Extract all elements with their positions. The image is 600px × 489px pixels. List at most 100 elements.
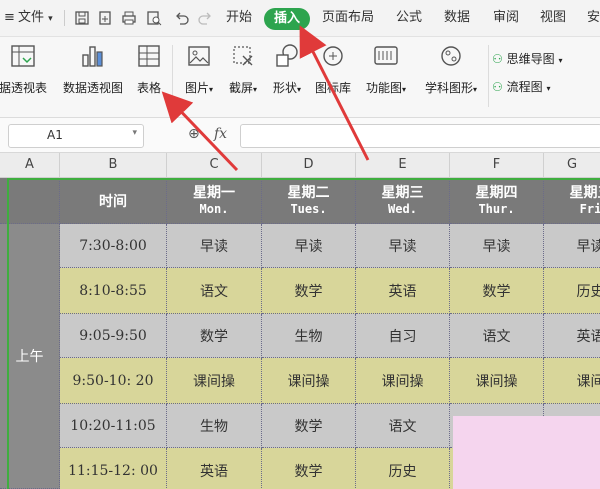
chevron-down-icon: ▾ [253,85,258,94]
class-cell[interactable]: 语文 [167,268,262,314]
class-cell[interactable]: 早读 [450,224,544,268]
subject-graphics-label: 学科图形▾ [418,79,484,96]
column-header-c[interactable]: C [167,153,262,177]
class-cell[interactable]: 早读 [544,224,600,268]
class-cell[interactable]: 英语 [356,268,450,314]
screenshot-button[interactable]: 截屏▾ [222,43,264,96]
class-cell[interactable]: 自习 [356,314,450,358]
shapes-button[interactable]: 形状▾ [266,43,308,96]
morning-label[interactable]: 上午 [0,224,60,489]
cell-a-header[interactable] [0,178,60,224]
column-header-d[interactable]: D [262,153,356,177]
day-en: Thur. [478,201,515,216]
screenshot-label-text: 截屏 [228,81,253,95]
class-cell[interactable]: 课间 [544,358,600,404]
class-cell[interactable]: 数学 [450,268,544,314]
class-cell[interactable]: 英语 [167,448,262,489]
class-cell[interactable]: 历史 [356,448,450,489]
time-cell[interactable]: 8:10-8:55 [60,268,167,314]
tab-security[interactable]: 安 [587,0,600,36]
table-button[interactable]: 表格 [132,43,166,96]
save-icon[interactable] [74,10,90,26]
function-chart-label: 功能图▾ [360,79,412,96]
time-cell[interactable]: 9:05-9:50 [60,314,167,358]
tab-insert[interactable]: 插入 [264,8,310,30]
class-cell[interactable]: 课间操 [450,358,544,404]
day-header-fri[interactable]: 星期五 Fri [544,178,600,224]
pivot-table-label: 据透视表 [0,81,47,95]
column-header-f[interactable]: F [450,153,544,177]
hamburger-icon[interactable]: ≡ [4,0,15,36]
zoom-formula-icon[interactable]: ⊕ [188,126,200,142]
picture-label-text: 图片 [184,81,209,95]
chevron-down-icon[interactable]: ▾ [132,128,137,138]
tab-data[interactable]: 数据 [444,0,470,36]
file-menu-label: 文件 [18,10,45,25]
time-cell[interactable]: 7:30-8:00 [60,224,167,268]
redo-icon[interactable] [197,10,213,26]
column-header-e[interactable]: E [356,153,450,177]
class-cell[interactable]: 课间操 [356,358,450,404]
day-cn: 星期五 [569,184,600,201]
column-header-a[interactable]: A [0,153,60,177]
icon-library-icon [319,43,347,69]
class-cell[interactable]: 生物 [262,314,356,358]
flowchart-button[interactable]: ⚇ 流程图 ▾ [492,77,550,97]
class-cell[interactable]: 数学 [262,448,356,489]
class-cell[interactable]: 早读 [262,224,356,268]
tab-home[interactable]: 开始 [226,0,252,36]
column-header-g[interactable]: G [544,153,600,177]
tab-review[interactable]: 审阅 [493,0,519,36]
class-cell[interactable]: 语文 [356,404,450,448]
class-cell[interactable]: 早读 [167,224,262,268]
print-preview-icon[interactable] [146,10,162,26]
formula-bar: A1 ▾ ⊕ fx [0,118,600,153]
class-cell[interactable]: 生物 [167,404,262,448]
divider [488,45,489,107]
tab-formulas[interactable]: 公式 [396,0,422,36]
class-cell[interactable]: 数学 [167,314,262,358]
class-cell[interactable]: 课间操 [262,358,356,404]
class-cell[interactable]: 课间操 [167,358,262,404]
function-chart-button[interactable]: 功能图▾ [360,43,412,96]
tab-page-layout[interactable]: 页面布局 [322,0,374,36]
class-cell[interactable]: 英语 [544,314,600,358]
name-box[interactable]: A1 ▾ [8,124,144,148]
undo-icon[interactable] [174,10,190,26]
print-icon[interactable] [121,10,137,26]
time-cell[interactable]: 9:50-10: 20 [60,358,167,404]
column-header-b[interactable]: B [60,153,167,177]
function-chart-icon [372,43,400,69]
day-cn: 星期二 [287,184,330,201]
mind-map-button[interactable]: ⚇ 思维导图 ▾ [492,49,562,69]
tab-view[interactable]: 视图 [540,0,566,36]
pivot-chart-button[interactable]: 数据透视图 [57,43,129,96]
file-menu[interactable]: 文件 ▾ [18,0,53,36]
export-pdf-icon[interactable] [97,10,113,26]
class-cell[interactable]: 早读 [356,224,450,268]
day-header-thu[interactable]: 星期四 Thur. [450,178,544,224]
class-cell[interactable]: 历史 [544,268,600,314]
class-cell[interactable]: 语文 [450,314,544,358]
day-en: Wed. [388,201,417,216]
day-cn: 星期一 [193,184,235,201]
pivot-table-button[interactable]: 据透视表 [0,43,52,96]
subject-graphics-button[interactable]: 学科图形▾ [418,43,484,96]
day-header-wed[interactable]: 星期三 Wed. [356,178,450,224]
class-cell[interactable]: 数学 [262,268,356,314]
time-cell[interactable]: 11:15-12: 00 [60,448,167,489]
time-header[interactable]: 时间 [60,178,167,224]
formula-input[interactable] [240,124,600,148]
subject-graphics-label-text: 学科图形 [424,81,473,95]
icon-library-button[interactable]: 图标库 [310,43,356,96]
picture-button[interactable]: 图片▾ [178,43,220,96]
day-header-mon[interactable]: 星期一 Mon. [167,178,262,224]
function-chart-label-text: 功能图 [365,81,402,95]
day-header-tue[interactable]: 星期二 Tues. [262,178,356,224]
time-cell[interactable]: 10:20-11:05 [60,404,167,448]
chevron-down-icon: ▾ [48,14,53,24]
ribbon: 据透视表 数据透视图 表格 图片▾ 截屏▾ 形状▾ 图标库 功能图▾ 学科图形▾… [0,37,600,118]
subject-graphics-icon [437,43,465,69]
class-cell[interactable]: 数学 [262,404,356,448]
fx-icon[interactable]: fx [214,126,227,142]
